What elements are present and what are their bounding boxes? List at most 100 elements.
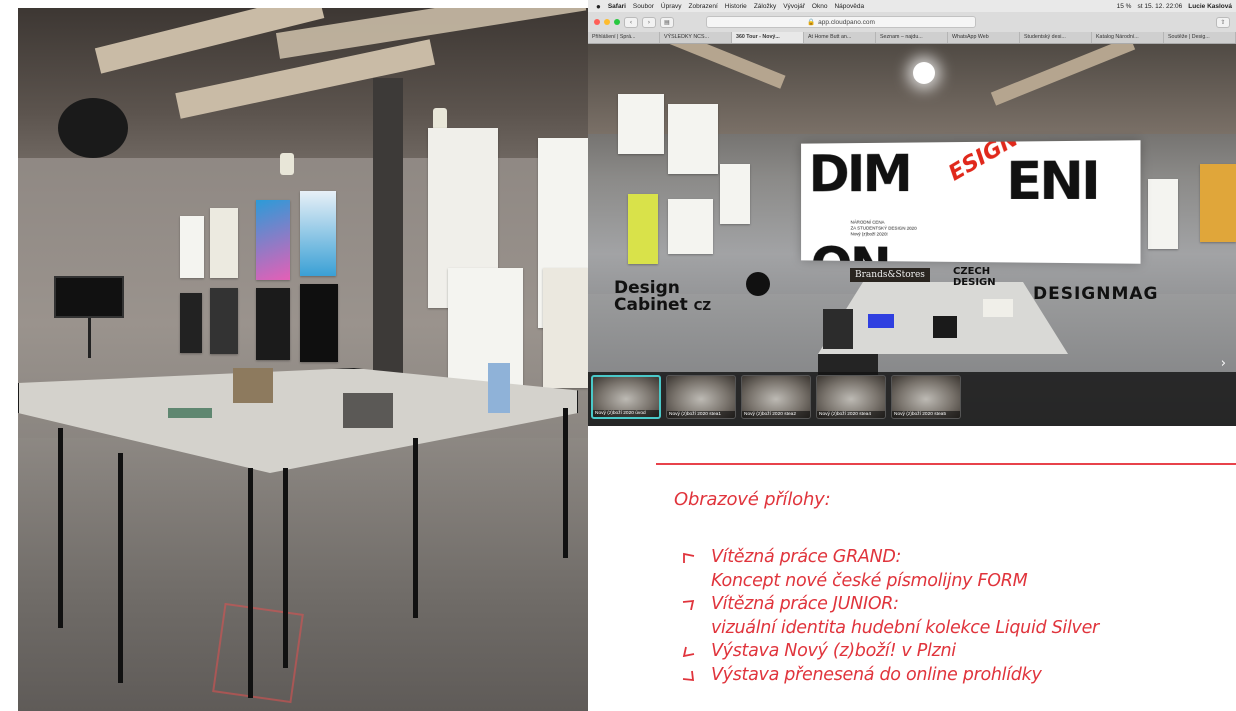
exhibit-object bbox=[868, 314, 894, 328]
banner-word: ENI bbox=[1006, 150, 1098, 213]
menubar-app-name[interactable]: Safari bbox=[608, 3, 626, 10]
photo-floor bbox=[18, 438, 588, 711]
logo-circle-icon bbox=[746, 272, 770, 296]
exhibit-object bbox=[343, 393, 393, 428]
clock: st 15. 12. 22:06 bbox=[1137, 2, 1183, 10]
floor-marking bbox=[212, 602, 304, 704]
caption-item: Výstava přenesená do online prohlídky bbox=[680, 664, 1236, 688]
table-leg bbox=[248, 468, 253, 698]
browser-tab[interactable]: Studentský desi... bbox=[1020, 32, 1092, 43]
scene-thumbnail[interactable]: Nový (z)boží 2020 stea5 bbox=[891, 375, 961, 419]
browser-tab[interactable]: VÝSLEDKY NCS... bbox=[660, 32, 732, 43]
table-leg bbox=[283, 468, 288, 668]
menubar-item[interactable]: Soubor bbox=[633, 3, 654, 10]
virtual-tour-screenshot: ● Safari Soubor Úpravy Zobrazení Histori… bbox=[588, 0, 1236, 426]
mac-menubar: ● Safari Soubor Úpravy Zobrazení Histori… bbox=[588, 0, 1236, 12]
poster bbox=[210, 208, 238, 278]
menubar-item[interactable]: Vývojář bbox=[783, 3, 805, 10]
competition-banner: DIM ENI ON ESIGN NÁRODNÍ CENA ZA STUDENT… bbox=[801, 140, 1141, 264]
wall-lamp bbox=[280, 153, 294, 175]
browser-toolbar: ‹ › ▤ 🔒 app.cloudpano.com ⇧ bbox=[588, 12, 1236, 32]
caption-item: Výstava Nový (z)boží! v Plzni bbox=[680, 640, 1236, 664]
logo-text: CZECH bbox=[953, 266, 991, 277]
poster bbox=[543, 268, 588, 388]
logo-text: Cabinet CZ bbox=[614, 295, 712, 315]
menubar-item[interactable]: Úpravy bbox=[661, 3, 682, 10]
lock-icon: 🔒 bbox=[807, 19, 816, 26]
exhibit-object bbox=[933, 316, 957, 338]
poster bbox=[628, 194, 658, 264]
exhibit-object bbox=[168, 408, 212, 418]
browser-tab[interactable]: Katalog Národní... bbox=[1092, 32, 1164, 43]
scene-thumbnail[interactable]: Nový (z)boží 2020 úvod bbox=[591, 375, 661, 419]
caption-title: Obrazové přílohy: bbox=[674, 489, 831, 510]
caption-line: Výstava přenesená do online prohlídky bbox=[711, 664, 1042, 685]
scene-thumbnail[interactable]: Nový (z)boží 2020 stea2 bbox=[741, 375, 811, 419]
divider-rule bbox=[656, 463, 1236, 465]
battery-percent: 15 % bbox=[1116, 2, 1132, 10]
chevron-right-icon[interactable]: › bbox=[1221, 356, 1226, 371]
apple-icon[interactable]: ● bbox=[596, 2, 601, 11]
caption-line: Výstava Nový (z)boží! v Plzni bbox=[711, 641, 956, 661]
logo-design-cabinet: Design Cabinet CZ bbox=[614, 280, 711, 315]
poster bbox=[1200, 164, 1236, 242]
browser-tab[interactable]: Přihlášení | Sprá... bbox=[588, 32, 660, 43]
menubar-item[interactable]: Nápověda bbox=[834, 3, 864, 10]
poster bbox=[210, 288, 238, 354]
corner-bottom-left-icon bbox=[682, 646, 695, 657]
sidebar-icon[interactable]: ▤ bbox=[660, 16, 674, 28]
corner-top-right-icon bbox=[682, 599, 695, 610]
caption-line: Vítězná práce GRAND: bbox=[711, 547, 902, 567]
tv-screen bbox=[54, 276, 124, 318]
poster bbox=[180, 293, 202, 353]
caption-list: Vítězná práce GRAND: Koncept nové české … bbox=[680, 546, 1236, 687]
back-icon[interactable]: ‹ bbox=[624, 16, 638, 28]
poster bbox=[668, 199, 713, 254]
minimize-window-button[interactable] bbox=[604, 19, 610, 25]
panorama-viewer[interactable]: DIM ENI ON ESIGN NÁRODNÍ CENA ZA STUDENT… bbox=[588, 44, 1236, 426]
tv-stand bbox=[88, 318, 91, 358]
logo-brands-stores: Brands&Stores bbox=[850, 268, 930, 282]
caption-item: Vítězná práce GRAND: Koncept nové české … bbox=[680, 546, 1236, 593]
user-name[interactable]: Lucie Kaslová bbox=[1188, 3, 1232, 10]
menubar-item[interactable]: Záložky bbox=[754, 3, 776, 10]
close-window-button[interactable] bbox=[594, 19, 600, 25]
caption-item: Vítězná práce JUNIOR: vizuální identita … bbox=[680, 593, 1236, 640]
banner-word: DIM bbox=[808, 144, 910, 204]
exhibition-photo bbox=[18, 8, 588, 711]
poster bbox=[256, 200, 290, 280]
share-icon[interactable]: ⇧ bbox=[1216, 16, 1230, 28]
browser-tab[interactable]: Seznam – najdu... bbox=[876, 32, 948, 43]
corner-top-left-icon bbox=[683, 552, 695, 563]
poster bbox=[1148, 179, 1178, 249]
menubar-item[interactable]: Zobrazení bbox=[688, 3, 717, 10]
exhibit-object bbox=[488, 363, 510, 413]
ceiling-light bbox=[913, 62, 935, 84]
exhibit-object bbox=[823, 309, 853, 349]
address-bar[interactable]: 🔒 app.cloudpano.com bbox=[706, 16, 976, 28]
poster bbox=[618, 94, 664, 154]
address-bar-url: app.cloudpano.com bbox=[818, 18, 875, 26]
banner-word: ON bbox=[811, 237, 889, 264]
menubar-status: 15 % st 15. 12. 22:06 Lucie Kaslová bbox=[1117, 3, 1236, 10]
poster bbox=[300, 191, 336, 276]
scene-thumbnail[interactable]: Nový (z)boží 2020 stea1 bbox=[666, 375, 736, 419]
browser-tab[interactable]: WhatsApp Web bbox=[948, 32, 1020, 43]
logo-designmag: DESIGNMAG bbox=[1033, 284, 1159, 304]
browser-tab[interactable]: At Home Butt an... bbox=[804, 32, 876, 43]
menubar-item[interactable]: Okno bbox=[812, 3, 828, 10]
table-leg bbox=[563, 408, 568, 558]
zoom-window-button[interactable] bbox=[614, 19, 620, 25]
table-leg bbox=[58, 428, 63, 628]
scene-thumbnail[interactable]: Nový (z)boží 2020 stea4 bbox=[816, 375, 886, 419]
poster bbox=[180, 216, 204, 278]
table-leg bbox=[118, 453, 123, 683]
browser-tab[interactable]: Soutěže | Desig... bbox=[1164, 32, 1236, 43]
spotlight bbox=[58, 98, 128, 158]
caption-line: Koncept nové české písmolijny FORM bbox=[711, 570, 1028, 591]
menubar-item[interactable]: Historie bbox=[725, 3, 747, 10]
forward-icon[interactable]: › bbox=[642, 16, 656, 28]
browser-tab-active[interactable]: 360 Tour - Nový... bbox=[732, 32, 804, 43]
exhibit-object bbox=[233, 368, 273, 403]
banner-caption: NÁRODNÍ CENA ZA STUDENTSKÝ DESIGN 2020 N… bbox=[850, 219, 917, 237]
